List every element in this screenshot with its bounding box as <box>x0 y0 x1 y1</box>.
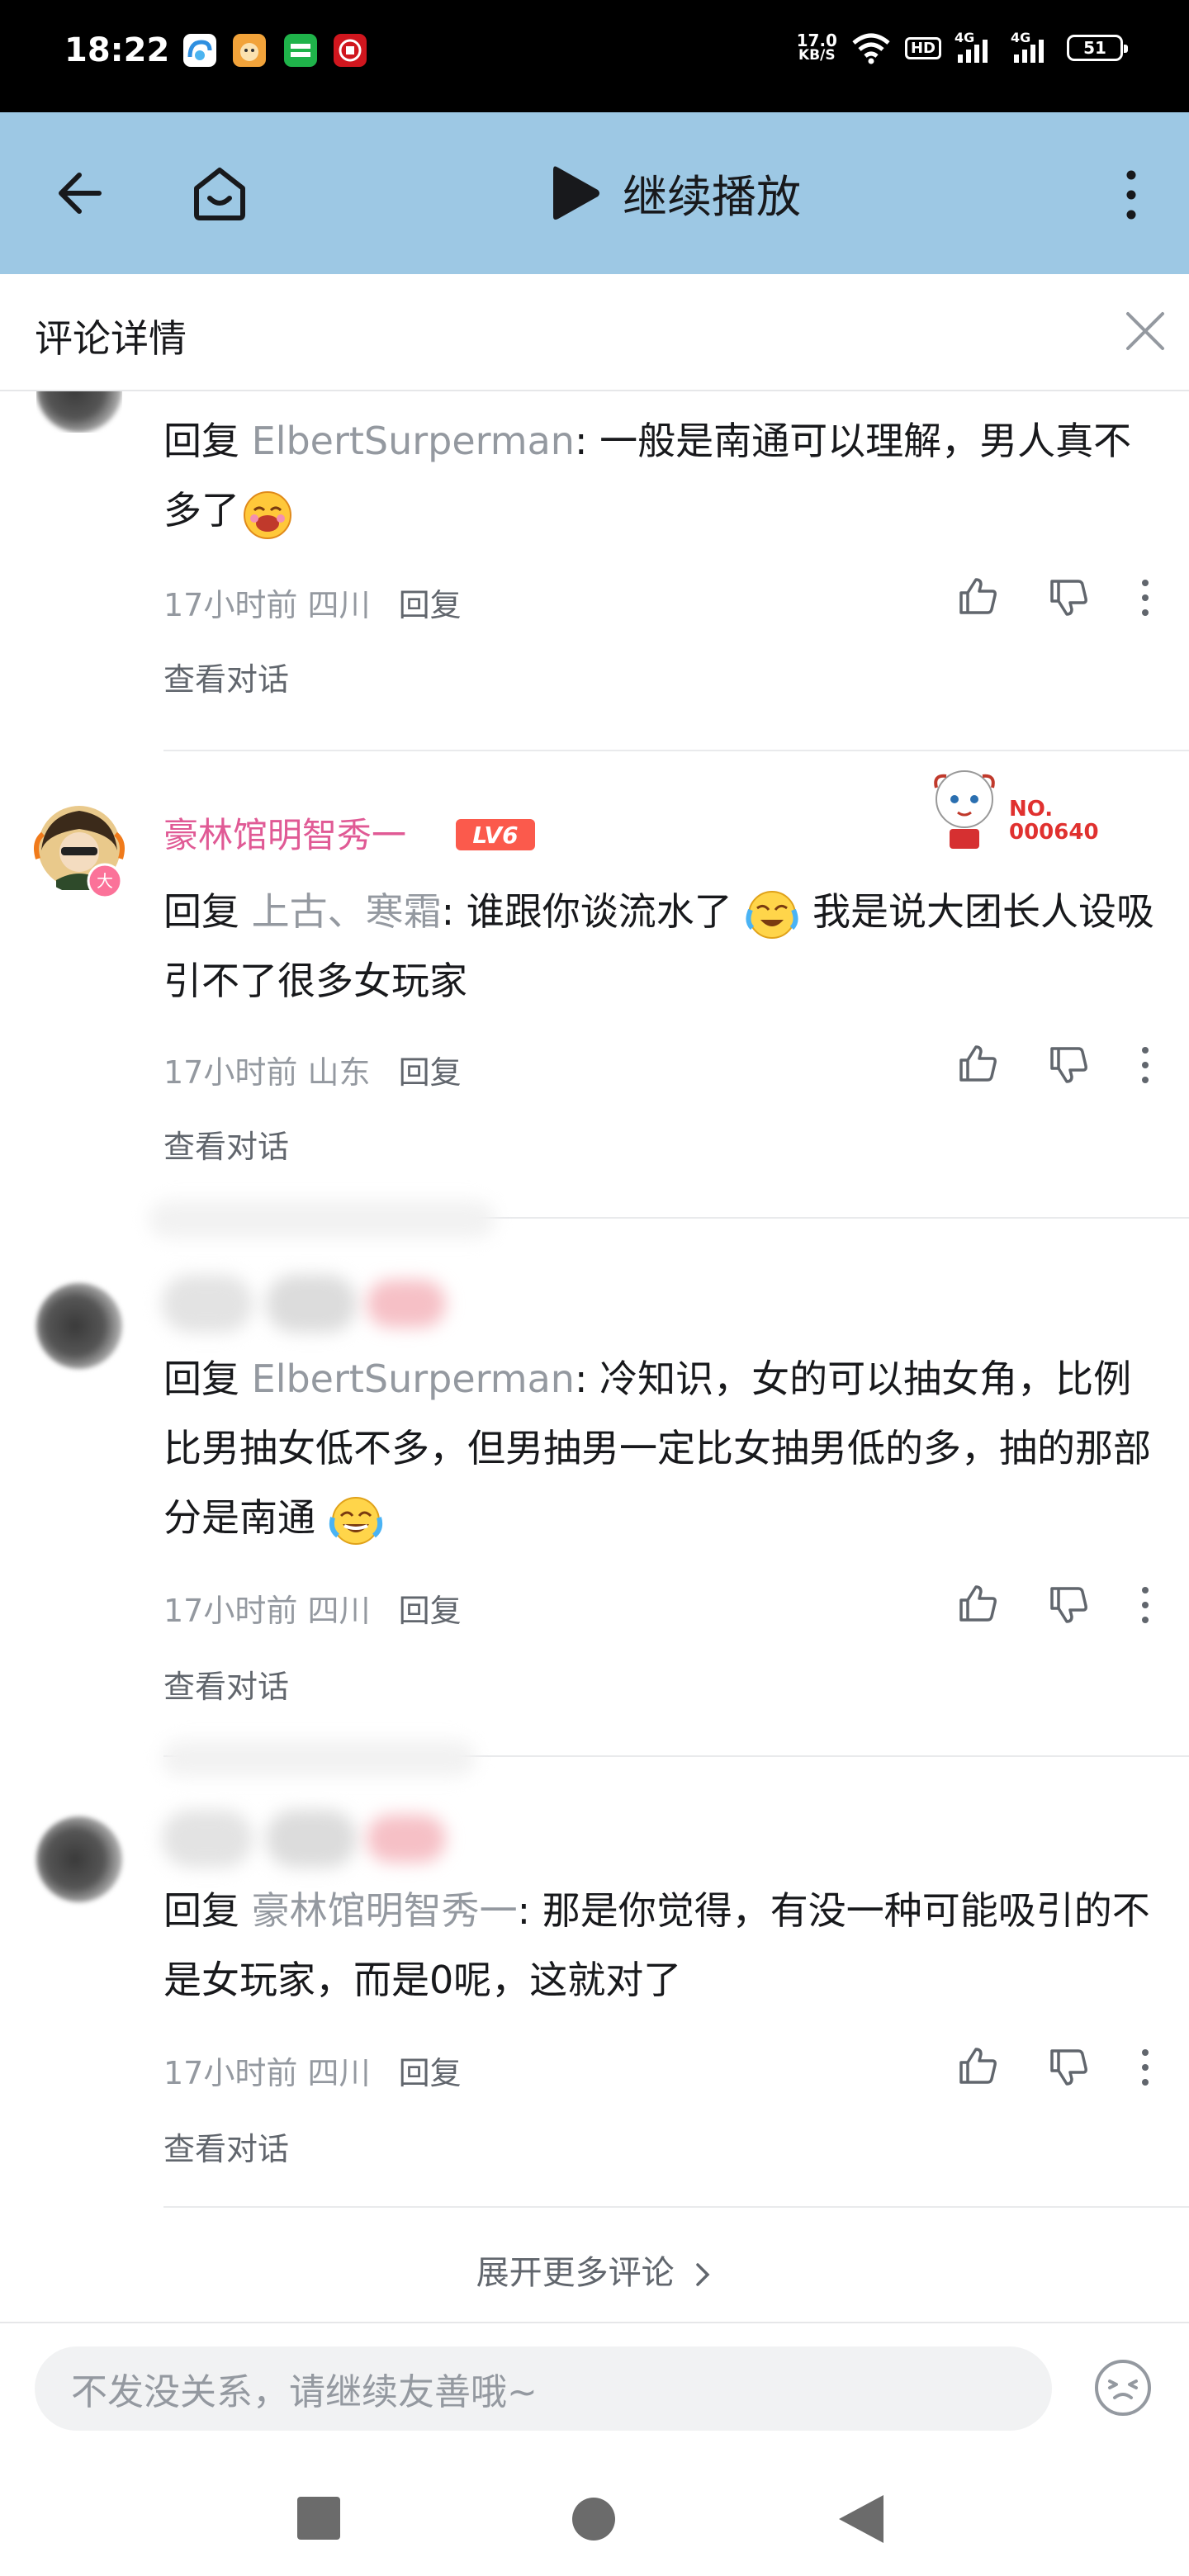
thumbs-down-icon[interactable] <box>1047 1044 1090 1087</box>
app-notification-icon <box>284 34 317 67</box>
tears-of-joy-emoji-icon <box>329 1496 382 1545</box>
app-notification-icon <box>233 34 266 67</box>
comment-location: 四川 <box>307 587 371 623</box>
comment-text: 回复 ElbertSurperman: 一般是南通可以理解，男人真不多了 <box>163 406 1163 545</box>
view-conversation-link[interactable]: 查看对话 <box>163 2124 289 2169</box>
avatar[interactable] <box>36 1283 122 1369</box>
reply-to-username[interactable]: ElbertSurperman <box>252 1357 575 1401</box>
reply-to-username[interactable]: 豪林馆明智秀一 <box>252 1888 518 1933</box>
comment-location: 山东 <box>307 1054 371 1091</box>
comment-input[interactable]: 不发没关系，请继续友善哦~ <box>35 2346 1052 2431</box>
continue-playing-button[interactable]: 继续播放 <box>552 160 801 225</box>
blurred-username <box>162 1740 476 1777</box>
laughing-emoji-icon <box>244 490 291 539</box>
thumbs-down-icon[interactable] <box>1047 576 1090 619</box>
expand-more-comments-button[interactable]: 展开更多评论 <box>0 2246 1189 2294</box>
blurred-username <box>162 1275 253 1333</box>
tv-home-icon[interactable] <box>188 162 251 225</box>
panel-title: 评论详情 <box>35 316 187 361</box>
status-time: 18:22 <box>64 31 170 69</box>
thumbs-down-icon[interactable] <box>1047 1584 1090 1627</box>
reply-to-username[interactable]: ElbertSurperman <box>252 419 575 463</box>
crying-laugh-emoji-icon <box>746 890 798 939</box>
view-conversation-link[interactable]: 查看对话 <box>163 1121 289 1167</box>
view-conversation-link[interactable]: 查看对话 <box>163 654 289 699</box>
comment-time: 17小时前 <box>163 1054 298 1091</box>
reply-button[interactable]: 回复 <box>399 1054 462 1091</box>
comment-meta: 17小时前 四川 回复 <box>163 1585 462 1631</box>
comment-location: 四川 <box>307 2055 371 2091</box>
back-triangle-icon[interactable] <box>839 2495 883 2543</box>
video-top-bar: 继续播放 <box>0 112 1189 274</box>
more-vertical-icon[interactable] <box>1115 163 1148 226</box>
blurred-username <box>162 1810 253 1868</box>
comment-input-placeholder: 不发没关系，请继续友善哦~ <box>71 2371 538 2413</box>
recents-square-icon[interactable] <box>297 2497 340 2540</box>
comment-text: 回复 上古、寒霜: 谁跟你谈流水了 我是说大团长人设吸引不了很多女玩家 <box>163 877 1163 1016</box>
status-bar: 18:22 17.0 KB/S HD 4G 4G 51 <box>0 0 1189 112</box>
thumbs-down-icon[interactable] <box>1047 2046 1090 2089</box>
comment-location: 四川 <box>307 1593 371 1629</box>
reply-to-username[interactable]: 上古、寒霜 <box>252 889 442 934</box>
app-notification-icon <box>334 34 367 67</box>
more-options-icon[interactable] <box>1133 2046 1158 2089</box>
cartoon-sheep-icon <box>934 770 995 849</box>
blurred-level-badge <box>367 1280 446 1328</box>
fan-number: NO. 000640 <box>1009 797 1099 845</box>
comment-time: 17小时前 <box>163 2055 298 2091</box>
view-conversation-link[interactable]: 查看对话 <box>163 1661 289 1707</box>
thumbs-up-icon[interactable] <box>956 1042 999 1085</box>
comment-text: 回复 ElbertSurperman: 冷知识，女的可以抽女角，比例比男抽女低不… <box>163 1344 1163 1552</box>
play-icon <box>553 166 599 220</box>
blurred-username <box>149 1200 495 1238</box>
chevron-right-icon <box>696 2263 710 2286</box>
comment-detail-header: 评论详情 <box>0 274 1189 391</box>
vip-badge-icon: 大 <box>87 863 123 899</box>
thumbs-up-icon[interactable] <box>956 2044 999 2087</box>
system-navigation-bar <box>0 2446 1189 2576</box>
status-indicators: 17.0 KB/S HD 4G 4G 51 <box>796 30 1128 66</box>
reply-button[interactable]: 回复 <box>399 587 462 623</box>
svg-text:大: 大 <box>97 871 113 891</box>
arrow-left-icon[interactable] <box>51 162 114 225</box>
signal-icon: 4G <box>955 30 997 66</box>
level-badge: LV6 <box>456 819 535 850</box>
battery-icon: 51 <box>1067 35 1128 61</box>
reply-button[interactable]: 回复 <box>399 2055 462 2091</box>
comment-username[interactable]: 豪林馆明智秀一 <box>163 807 406 858</box>
more-options-icon[interactable] <box>1133 1044 1158 1087</box>
fan-medal: NO. 000640 <box>925 763 1106 854</box>
signal-icon: 4G <box>1011 30 1054 66</box>
reply-button[interactable]: 回复 <box>399 1593 462 1629</box>
comment-meta: 17小时前 山东 回复 <box>163 1047 462 1092</box>
network-speed: 17.0 KB/S <box>796 31 837 64</box>
expand-more-label: 展开更多评论 <box>476 2254 675 2292</box>
more-options-icon[interactable] <box>1133 1584 1158 1627</box>
blurred-username <box>266 1810 357 1868</box>
comment-divider <box>163 750 1189 751</box>
more-options-icon[interactable] <box>1133 576 1158 619</box>
blurred-username <box>266 1275 357 1333</box>
continue-playing-label: 继续播放 <box>623 171 801 223</box>
comment-time: 17小时前 <box>163 1593 298 1629</box>
comment-text: 回复 豪林馆明智秀一: 那是你觉得，有没一种可能吸引的不是女玩家，而是0呢，这就… <box>163 1888 1150 2002</box>
comment-meta: 17小时前 四川 回复 <box>163 580 462 625</box>
thumbs-up-icon[interactable] <box>956 1582 999 1625</box>
avatar[interactable] <box>36 1816 122 1902</box>
comment-meta: 17小时前 四川 回复 <box>163 2048 462 2093</box>
wifi-icon <box>852 33 890 64</box>
blurred-level-badge <box>367 1815 446 1863</box>
home-circle-icon[interactable] <box>571 2497 616 2541</box>
thumbs-up-icon[interactable] <box>956 575 999 618</box>
app-notification-icon <box>183 34 216 67</box>
emoji-face-icon[interactable] <box>1092 2356 1154 2419</box>
comment-divider <box>163 2206 1189 2208</box>
comment-time: 17小时前 <box>163 587 298 623</box>
comment-input-bar: 不发没关系，请继续友善哦~ <box>0 2322 1189 2447</box>
close-icon[interactable] <box>1125 310 1166 352</box>
hd-voice-icon: HD <box>904 36 941 59</box>
